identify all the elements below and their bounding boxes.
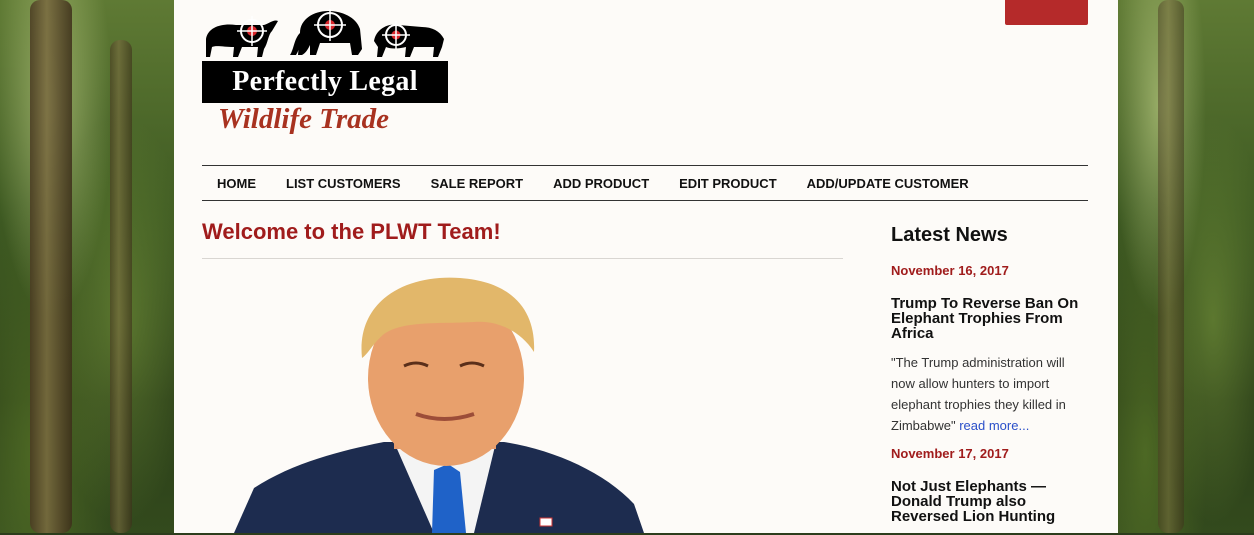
nav-item-sale-report[interactable]: SALE REPORT	[416, 176, 538, 191]
nav-item-home[interactable]: HOME	[202, 176, 271, 191]
site-logo[interactable]: Perfectly Legal Wildlife Trade	[202, 5, 452, 135]
logo-title: Perfectly Legal	[202, 61, 448, 103]
forest-background-left	[0, 0, 174, 533]
tree-trunk	[110, 40, 132, 533]
sidebar-title: Latest News	[891, 224, 1008, 246]
news-date: November 17, 2017	[891, 446, 1009, 461]
news-date: November 16, 2017	[891, 263, 1009, 278]
latest-news-sidebar: Latest News November 16, 2017 Trump To R…	[891, 222, 1091, 535]
top-action-button[interactable]	[1005, 0, 1088, 25]
nav-item-add-update-customer[interactable]: ADD/UPDATE CUSTOMER	[792, 176, 984, 191]
news-headline[interactable]: Trump To Reverse Ban On Elephant Trophie…	[891, 296, 1091, 341]
divider	[202, 258, 843, 259]
tree-trunk	[1158, 0, 1184, 533]
animals-logo-icon	[206, 9, 444, 57]
tree-trunk	[30, 0, 72, 533]
read-more-link[interactable]: read more...	[959, 418, 1029, 433]
page-container: Perfectly Legal Wildlife Trade HOME LIST…	[174, 0, 1118, 533]
nav-item-list-customers[interactable]: LIST CUSTOMERS	[271, 176, 416, 191]
portrait-image	[234, 277, 644, 533]
nav-item-add-product[interactable]: ADD PRODUCT	[538, 176, 664, 191]
page-title: Welcome to the PLWT Team!	[202, 219, 501, 244]
logo-subtitle: Wildlife Trade	[218, 103, 390, 135]
main-navigation: HOME LIST CUSTOMERS SALE REPORT ADD PROD…	[202, 165, 1088, 201]
news-excerpt: "The Trump administration will now allow…	[891, 352, 1091, 436]
news-headline[interactable]: Not Just Elephants — Donald Trump also R…	[891, 479, 1091, 524]
forest-background-right	[1118, 0, 1254, 533]
nav-item-edit-product[interactable]: EDIT PRODUCT	[664, 176, 792, 191]
